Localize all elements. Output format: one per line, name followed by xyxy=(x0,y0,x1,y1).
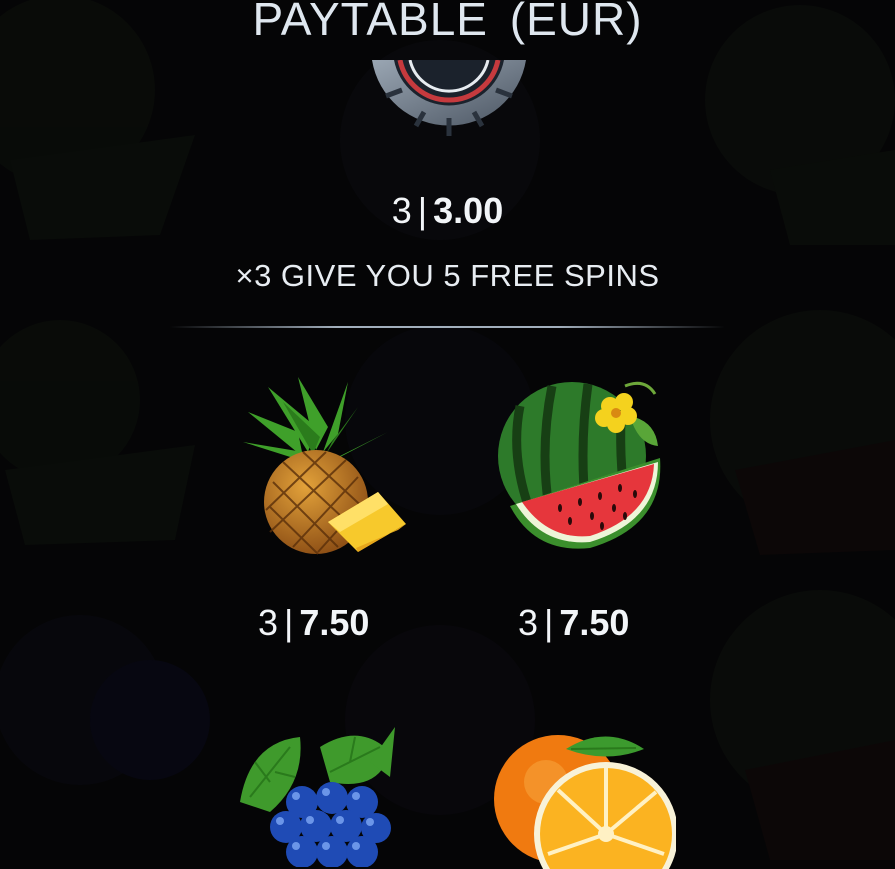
pineapple-separator: | xyxy=(284,602,294,643)
watermelon-separator: | xyxy=(544,602,554,643)
watermelon-amount: 7.50 xyxy=(559,602,630,643)
pineapple-count: 3 xyxy=(258,602,279,643)
casino-chip-icon xyxy=(372,60,526,136)
grapes-icon xyxy=(240,727,395,867)
pineapple-amount: 7.50 xyxy=(299,602,370,643)
scatter-payout: 3 | 3.00 xyxy=(0,190,895,232)
watermelon-count: 3 xyxy=(518,602,539,643)
watermelon-payout: 3 | 7.50 xyxy=(518,602,629,644)
pineapple-payout: 3 | 7.50 xyxy=(258,602,369,644)
scatter-amount: 3.00 xyxy=(433,190,504,231)
section-divider xyxy=(170,326,725,328)
watermelon-icon xyxy=(498,381,661,549)
free-spins-text: ×3 GIVE YOU 5 FREE SPINS xyxy=(235,258,660,293)
scatter-count: 3 xyxy=(391,190,412,231)
pineapple-icon xyxy=(243,377,406,555)
scatter-separator: | xyxy=(417,190,428,231)
paytable-title: PAYTABLE (EUR) xyxy=(252,0,643,45)
orange-icon xyxy=(494,735,676,869)
